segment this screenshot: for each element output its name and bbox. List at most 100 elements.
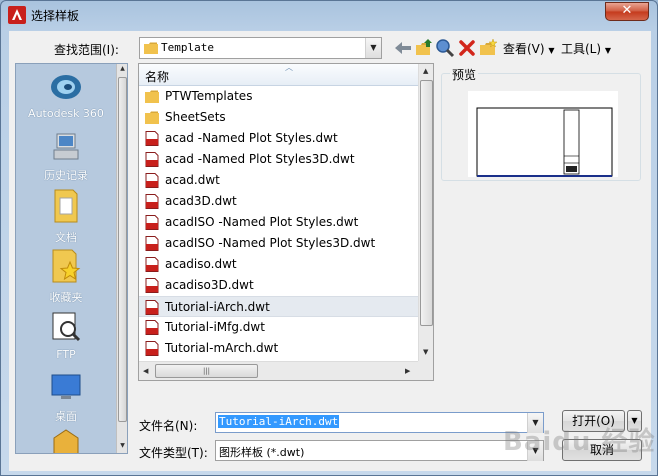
watermark: Baidu 经验 <box>503 427 656 457</box>
dialog-client: 查找范围(I): Template ▼ 查看(V) ▼ 工具(L) ▼ Auto… <box>9 31 651 471</box>
places-scrollbar[interactable]: ▲ ▼ <box>116 64 127 453</box>
desktop-icon <box>51 374 81 399</box>
lookin-label: 查找范围(I): <box>54 43 119 57</box>
list-item[interactable]: PTWTemplates <box>139 86 418 107</box>
place-label: 桌面 <box>55 410 77 423</box>
list-item[interactable]: Tutorial-iArch.dwt <box>139 296 418 317</box>
file-name: Tutorial-iArch.dwt <box>165 300 270 314</box>
file-name: acad3D.dwt <box>165 194 237 208</box>
dwt-file-icon <box>145 152 159 167</box>
briefcase-icon <box>53 429 79 453</box>
folder-icon <box>144 42 158 54</box>
scroll-corner <box>418 361 433 380</box>
scroll-right-icon[interactable]: ▶ <box>405 367 410 375</box>
scroll-thumb[interactable]: ||| <box>155 364 258 378</box>
tools-menu[interactable]: 工具(L) ▼ <box>561 40 611 57</box>
place-desktop[interactable]: 桌面 <box>16 371 116 424</box>
delete-icon[interactable] <box>457 38 477 58</box>
place-favorites[interactable]: 收藏夹 <box>16 248 116 305</box>
dwt-file-icon <box>145 300 159 315</box>
list-item[interactable]: Tutorial-iMfg.dwt <box>139 317 418 338</box>
preview-image <box>468 91 618 177</box>
list-item[interactable]: acadiso3D.dwt <box>139 275 418 296</box>
filename-input[interactable]: Tutorial-iArch.dwt ▼ <box>215 412 544 433</box>
file-list-hscroll[interactable]: ◀ ||| ▶ <box>139 361 418 380</box>
up-folder-icon[interactable] <box>414 38 434 58</box>
list-item[interactable]: acad.dwt <box>139 170 418 191</box>
dwt-file-icon <box>145 236 159 251</box>
dwt-file-icon <box>145 131 159 146</box>
file-name: acadiso3D.dwt <box>165 278 254 292</box>
chevron-down-icon: ▼ <box>604 46 612 55</box>
place-autodesk-360[interactable]: Autodesk 360 <box>16 72 116 120</box>
file-name: Tutorial-mArch.dwt <box>165 341 279 355</box>
folder-icon <box>145 111 159 124</box>
place-more[interactable] <box>16 428 116 453</box>
view-menu[interactable]: 查看(V) ▼ <box>503 40 555 57</box>
file-list-vscroll[interactable]: ▲ ▼ <box>418 64 433 361</box>
file-name: acadISO -Named Plot Styles3D.dwt <box>165 236 376 250</box>
window-title: 选择样板 <box>31 9 80 23</box>
filetype-combo[interactable]: 图形样板 (*.dwt) ▼ <box>215 440 544 461</box>
place-ftp[interactable]: FTP <box>16 311 116 361</box>
place-history[interactable]: 历史记录 <box>16 132 116 183</box>
file-rows: PTWTemplates SheetSets acad -Named Plot St… <box>139 86 418 359</box>
filename-value: Tutorial-iArch.dwt <box>218 415 340 428</box>
autodesk-360-icon <box>51 75 81 99</box>
file-name: acad -Named Plot Styles.dwt <box>165 131 338 145</box>
ftp-icon <box>52 312 81 342</box>
favorites-icon <box>52 249 81 283</box>
file-name: acad -Named Plot Styles3D.dwt <box>165 152 355 166</box>
title-bar[interactable]: 选择样板 ✕ <box>1 1 657 29</box>
scroll-thumb[interactable] <box>118 77 127 422</box>
sort-ascending-icon: ︿ <box>285 63 293 72</box>
places-bar: Autodesk 360 历史记录 文档 收藏夹 FTP 桌面 ▲ ▼ <box>15 63 128 454</box>
file-name: acadISO -Named Plot Styles.dwt <box>165 215 359 229</box>
file-name: Tutorial-iMfg.dwt <box>165 320 265 334</box>
lookin-combo[interactable]: Template ▼ <box>139 37 382 59</box>
chevron-down-icon[interactable]: ▼ <box>365 38 381 58</box>
new-folder-icon[interactable] <box>478 38 498 58</box>
filetype-label: 文件类型(T): <box>139 446 208 460</box>
dwt-file-icon <box>145 320 159 335</box>
template-thumbnail <box>476 107 613 177</box>
filetype-value: 图形样板 (*.dwt) <box>219 446 305 459</box>
list-item[interactable]: SheetSets <box>139 107 418 128</box>
place-label: FTP <box>56 348 76 361</box>
dwt-file-icon <box>145 257 159 272</box>
file-name: PTWTemplates <box>165 89 253 103</box>
list-item[interactable]: acad -Named Plot Styles.dwt <box>139 128 418 149</box>
back-icon[interactable] <box>393 38 413 58</box>
filename-label: 文件名(N): <box>139 419 198 433</box>
list-item[interactable]: Tutorial-mArch.dwt <box>139 338 418 359</box>
list-item[interactable]: acad -Named Plot Styles3D.dwt <box>139 149 418 170</box>
file-list[interactable]: ︿ 名称 PTWTemplates SheetSets acad -Named Pl… <box>138 63 434 381</box>
close-button[interactable]: ✕ <box>605 2 649 21</box>
view-menu-label: 查看(V) <box>503 42 545 56</box>
chevron-down-icon: ▼ <box>548 46 555 55</box>
file-name: acadiso.dwt <box>165 257 237 271</box>
list-item[interactable]: acadISO -Named Plot Styles.dwt <box>139 212 418 233</box>
list-item[interactable]: acad3D.dwt <box>139 191 418 212</box>
dwt-file-icon <box>145 215 159 230</box>
lookin-value: Template <box>161 41 214 54</box>
place-label: 历史记录 <box>44 169 88 182</box>
place-documents[interactable]: 文档 <box>16 188 116 245</box>
dwt-file-icon <box>145 173 159 188</box>
dwt-file-icon <box>145 278 159 293</box>
folder-icon <box>145 90 159 103</box>
history-icon <box>53 133 79 160</box>
dwt-file-icon <box>145 341 159 356</box>
scroll-up-icon[interactable]: ▲ <box>423 67 428 75</box>
scroll-up-icon[interactable]: ▲ <box>118 65 127 76</box>
scroll-down-icon[interactable]: ▼ <box>423 348 428 356</box>
list-item[interactable]: acadiso.dwt <box>139 254 418 275</box>
column-header-name[interactable]: ︿ 名称 <box>139 64 418 86</box>
scroll-thumb[interactable] <box>420 80 433 326</box>
scroll-left-icon[interactable]: ◀ <box>143 367 148 375</box>
preview-label: 预览 <box>450 66 479 83</box>
list-item[interactable]: acadISO -Named Plot Styles3D.dwt <box>139 233 418 254</box>
scroll-down-icon[interactable]: ▼ <box>118 442 127 453</box>
place-label: Autodesk 360 <box>28 107 104 120</box>
search-web-icon[interactable] <box>435 38 455 58</box>
